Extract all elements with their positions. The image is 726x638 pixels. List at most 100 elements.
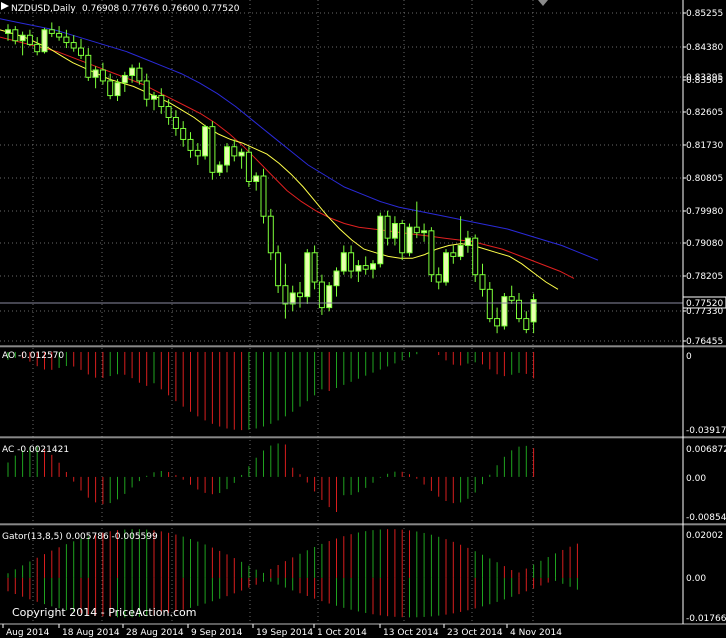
symbol-header: NZDUSD,Daily	[11, 4, 76, 14]
price-tick-label-8: 0.79080	[686, 239, 723, 249]
candle-body-51	[377, 215, 384, 265]
candle-body-17	[129, 67, 136, 76]
date-tick-label-8: 4 Nov 2014	[510, 628, 562, 638]
ao-label: AO -0.012570	[2, 351, 64, 361]
price-tick-label-7: 0.79980	[686, 207, 723, 217]
candle-body-42	[311, 252, 318, 283]
date-tick-label-3: 9 Sep 2014	[191, 628, 243, 638]
date-tick-label-1: 18 Aug 2014	[62, 628, 120, 638]
candle-body-7	[56, 32, 63, 38]
candle-body-2	[19, 34, 26, 42]
candle-body-40	[297, 292, 303, 298]
candle-body-29	[216, 164, 223, 173]
candle-body-6	[48, 29, 55, 34]
price-tick-label-9: 0.78205	[686, 272, 723, 282]
price-tick-label-4: 0.82605	[686, 108, 723, 118]
candle-body-27	[202, 126, 209, 157]
candle-body-47	[348, 252, 355, 272]
candle-body-19	[143, 80, 150, 100]
gator-scale-bottom: -0.01766	[686, 614, 726, 624]
candle-body-10	[78, 47, 84, 56]
ac-label: AC -0.0021421	[2, 445, 69, 455]
candle-body-38	[282, 285, 289, 305]
candle-body-33	[245, 151, 252, 182]
date-tick-label-5: 1 Oct 2014	[317, 628, 367, 638]
candle-body-12	[92, 69, 99, 78]
candle-body-28	[209, 126, 216, 173]
candle-body-3	[26, 34, 33, 45]
candle-body-56	[413, 226, 420, 234]
candle-body-23	[172, 117, 179, 129]
candle-body-8	[63, 36, 70, 44]
ao-scale-top: 0	[686, 352, 692, 362]
gator-label: Gator(13,8,5) 0.005786 -0.005599	[2, 532, 158, 542]
candle-body-41	[304, 252, 311, 298]
candle-body-15	[114, 82, 121, 97]
price-tick-label-5: 0.81730	[686, 141, 723, 151]
candle-body-54	[399, 223, 406, 254]
candle-body-22	[165, 106, 172, 119]
candle-body-4	[34, 43, 41, 53]
candle-body-39	[289, 292, 296, 305]
candle-body-68	[501, 296, 508, 327]
candle-body-25	[187, 138, 194, 151]
candle-body-24	[180, 127, 187, 140]
candle-body-43	[318, 281, 325, 309]
candle-body-46	[340, 252, 347, 272]
candle-body-14	[107, 80, 114, 97]
ac-scale-top: 0.006872	[686, 445, 726, 455]
candle-body-45	[333, 270, 340, 287]
candle-body-34	[253, 175, 260, 182]
candle-body-18	[136, 67, 143, 82]
date-tick-label-2: 28 Aug 2014	[126, 628, 184, 638]
price-tick-label-0: 0.85255	[686, 9, 723, 19]
candle-body-61	[450, 252, 457, 257]
candle-body-62	[457, 244, 464, 257]
candle-body-53	[391, 223, 398, 239]
candle-body-57	[421, 230, 428, 234]
candle-body-60	[443, 252, 449, 283]
date-tick-label-0: Aug 2014	[6, 628, 50, 638]
copyright-text: Copyright 2014 - PriceAction.com	[12, 606, 196, 619]
current-price-label: 0.77520	[686, 299, 723, 309]
candle-body-71	[523, 318, 530, 331]
price-tick-label-6: 0.80805	[686, 174, 723, 184]
candle-body-66	[486, 288, 493, 320]
price-tick-label-11: 0.76455	[686, 337, 723, 347]
candle-body-9	[70, 42, 77, 49]
candle-body-64	[472, 237, 479, 276]
candle-body-50	[370, 263, 376, 270]
candle-body-49	[362, 265, 369, 270]
candle-body-52	[384, 215, 391, 239]
candle-body-13	[99, 69, 106, 82]
candle-body-35	[260, 175, 267, 217]
candle-body-0	[5, 29, 11, 34]
candle-body-20	[151, 95, 157, 100]
candle-body-37	[275, 252, 282, 287]
ohlc-header: 0.76908 0.77676 0.76600 0.77520	[82, 4, 240, 14]
candle-body-5	[41, 29, 48, 53]
candle-body-58	[428, 230, 435, 276]
candle-body-16	[121, 74, 128, 84]
candle-body-11	[85, 54, 92, 78]
gator-scale-top: 0.02002	[686, 531, 723, 541]
date-tick-label-4: 19 Sep 2014	[256, 628, 313, 638]
candle-body-59	[435, 274, 442, 283]
candle-body-69	[508, 296, 515, 301]
ac-scale-bottom: -0.008548	[686, 513, 726, 523]
candle-body-31	[231, 146, 238, 157]
gator-scale-mid: 0.00	[686, 574, 706, 584]
candle-body-44	[326, 285, 333, 309]
candle-body-55	[406, 226, 413, 254]
candle-body-67	[494, 318, 501, 327]
candle-body-65	[479, 274, 486, 290]
candle-body-48	[355, 265, 362, 272]
trading-chart: 0.852550.843800.833950.835050.826050.817…	[0, 0, 726, 638]
date-tick-label-6: 13 Oct 2014	[383, 628, 439, 638]
date-tick-label-7: 23 Oct 2014	[447, 628, 503, 638]
candle-body-26	[194, 149, 201, 157]
candle-body-36	[267, 215, 274, 254]
ao-scale-bottom: -0.039171	[686, 426, 726, 436]
price-tick-label-3: 0.83505	[686, 76, 723, 86]
price-tick-label-1: 0.84380	[686, 43, 723, 53]
